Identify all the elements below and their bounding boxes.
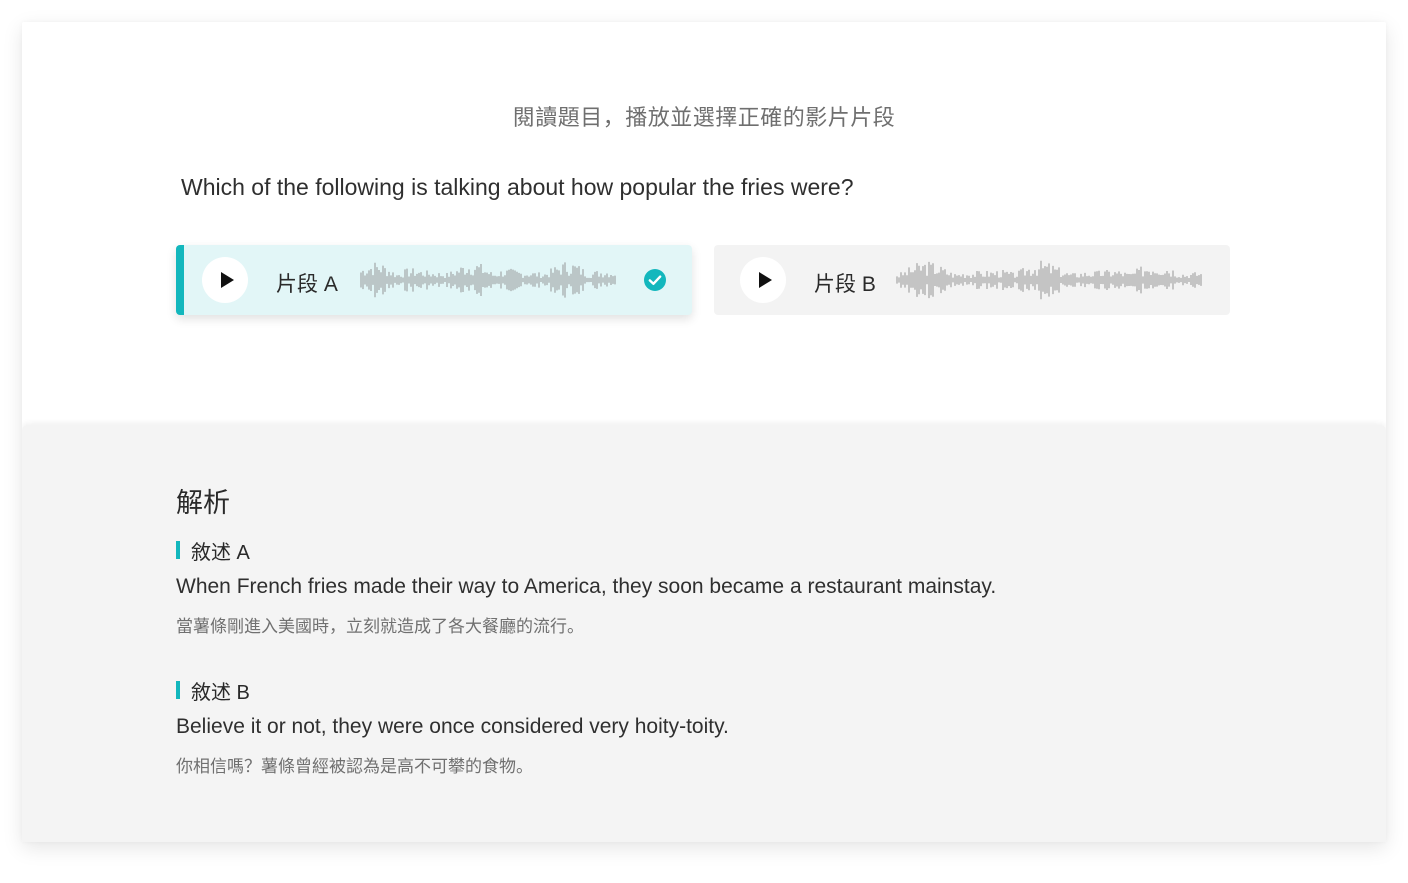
- instruction-text: 閱讀題目，播放並選擇正確的影片片段: [512, 105, 896, 130]
- statement-b: 敘述 B Believe it or not, they were once c…: [176, 677, 729, 777]
- analysis-panel: 解析 敘述 A When French fries made their way…: [22, 425, 1386, 842]
- check-circle-icon: [644, 269, 666, 291]
- question-text: Which of the following is talking about …: [181, 174, 854, 200]
- clip-option-a[interactable]: 片段 A: [176, 245, 692, 315]
- statement-a-english: When French fries made their way to Amer…: [176, 575, 997, 598]
- clip-label-a: 片段 A: [276, 273, 338, 296]
- statement-a-label: 敘述 A: [191, 541, 250, 564]
- play-button-a[interactable]: [202, 257, 248, 303]
- analysis-title: 解析: [176, 488, 230, 518]
- waveform-b: [896, 260, 1202, 300]
- accent-bar: [176, 541, 180, 559]
- statement-b-english: Believe it or not, they were once consid…: [176, 715, 729, 738]
- statement-b-chinese: 你相信嗎？薯條曾經被認為是高不可攀的食物。: [176, 757, 533, 776]
- waveform-a: [360, 262, 616, 298]
- statement-b-header: 敘述 B: [176, 677, 729, 704]
- statement-b-label: 敘述 B: [191, 681, 250, 704]
- play-button-b[interactable]: [740, 257, 786, 303]
- statement-a: 敘述 A When French fries made their way to…: [176, 537, 996, 637]
- play-icon: [758, 272, 772, 288]
- play-icon: [220, 272, 234, 288]
- quiz-card: 閱讀題目，播放並選擇正確的影片片段 Which of the following…: [22, 22, 1386, 842]
- clip-option-b[interactable]: 片段 B: [714, 245, 1230, 315]
- clip-label-b: 片段 B: [814, 273, 876, 296]
- statement-a-chinese: 當薯條剛進入美國時，立刻就造成了各大餐廳的流行。: [176, 617, 584, 636]
- statement-a-header: 敘述 A: [176, 537, 996, 564]
- accent-bar: [176, 681, 180, 699]
